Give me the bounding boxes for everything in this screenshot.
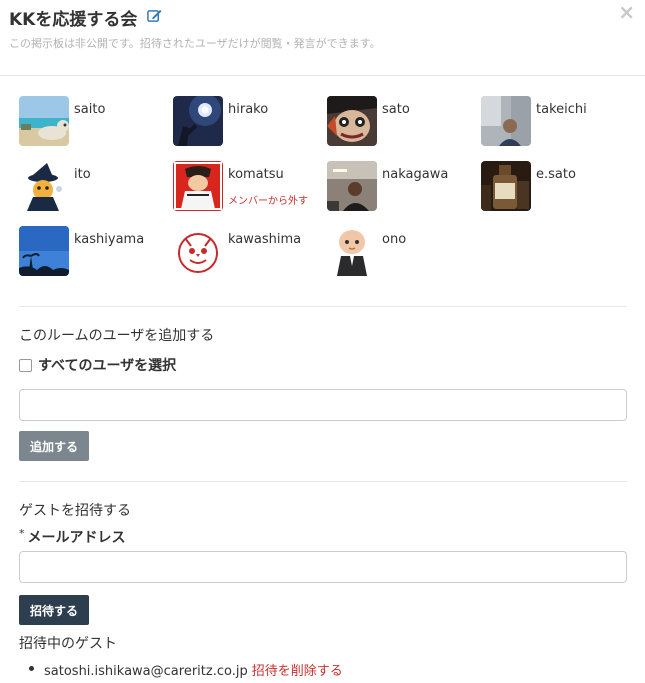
select-all-label: すべてのユーザを選択 <box>38 358 177 374</box>
avatar <box>481 161 531 211</box>
section-divider <box>19 306 627 307</box>
required-mark: * <box>19 527 25 540</box>
select-all-checkbox[interactable] <box>19 358 32 372</box>
invite-guest-title: ゲストを招待する <box>19 503 131 519</box>
user-search-input[interactable] <box>19 389 627 421</box>
avatar <box>327 226 377 276</box>
member-name: sato <box>382 102 410 117</box>
page-title: KKを応援する会 <box>9 10 138 30</box>
member-item: kawashima <box>173 226 323 281</box>
delete-invite-link[interactable]: 招待を削除する <box>252 664 343 679</box>
member-item: takeichi <box>481 96 631 151</box>
avatar <box>327 161 377 211</box>
email-label-text: メールアドレス <box>27 530 126 546</box>
member-item: hirako <box>173 96 323 151</box>
close-icon[interactable]: × <box>618 2 635 22</box>
add-user-button[interactable]: 追加する <box>19 431 89 461</box>
member-item: ito <box>19 161 169 216</box>
section-divider <box>19 481 627 482</box>
member-name: komatsu <box>228 167 284 182</box>
email-field[interactable] <box>19 551 627 583</box>
member-name: kashiyama <box>74 232 145 247</box>
avatar <box>173 226 223 276</box>
member-name: e.sato <box>536 167 576 182</box>
avatar <box>19 226 69 276</box>
member-item: komatsu メンバーから外す <box>173 161 323 216</box>
member-item: kashiyama <box>19 226 169 281</box>
avatar <box>173 96 223 146</box>
member-name: takeichi <box>536 102 587 117</box>
avatar <box>173 161 223 211</box>
guest-email: satoshi.ishikawa@careritz.co.jp <box>44 664 248 679</box>
select-all-row: すべてのユーザを選択 <box>19 355 176 375</box>
remove-member-link[interactable]: メンバーから外す <box>228 192 308 207</box>
member-item: sato <box>327 96 477 151</box>
member-item: saito <box>19 96 169 151</box>
member-name: saito <box>74 102 106 117</box>
member-name: ono <box>382 232 407 247</box>
privacy-note: この掲示板は非公開です。招待されたユーザだけが閲覧・発言ができます。 <box>9 37 381 50</box>
avatar <box>19 96 69 146</box>
avatar <box>327 96 377 146</box>
list-item: satoshi.ishikawa@careritz.co.jp 招待を削除する <box>29 660 343 679</box>
invite-button[interactable]: 招待する <box>19 595 89 625</box>
add-users-title: このルームのユーザを追加する <box>19 328 215 344</box>
member-name: kawashima <box>228 232 302 247</box>
member-name: hirako <box>228 102 269 117</box>
invited-guests-title: 招待中のゲスト <box>19 636 117 652</box>
bullet <box>29 666 34 671</box>
member-item: nakagawa <box>327 161 477 216</box>
modal-header: KKを応援する会 × この掲示板は非公開です。招待されたユーザだけが閲覧・発言が… <box>0 0 645 76</box>
member-item: ono <box>327 226 477 281</box>
edit-icon[interactable] <box>147 8 162 23</box>
member-name: ito <box>74 167 91 182</box>
member-name: nakagawa <box>382 167 449 182</box>
avatar <box>481 96 531 146</box>
avatar <box>19 161 69 211</box>
member-item: e.sato <box>481 161 631 216</box>
email-field-label: * メールアドレス <box>19 527 126 547</box>
